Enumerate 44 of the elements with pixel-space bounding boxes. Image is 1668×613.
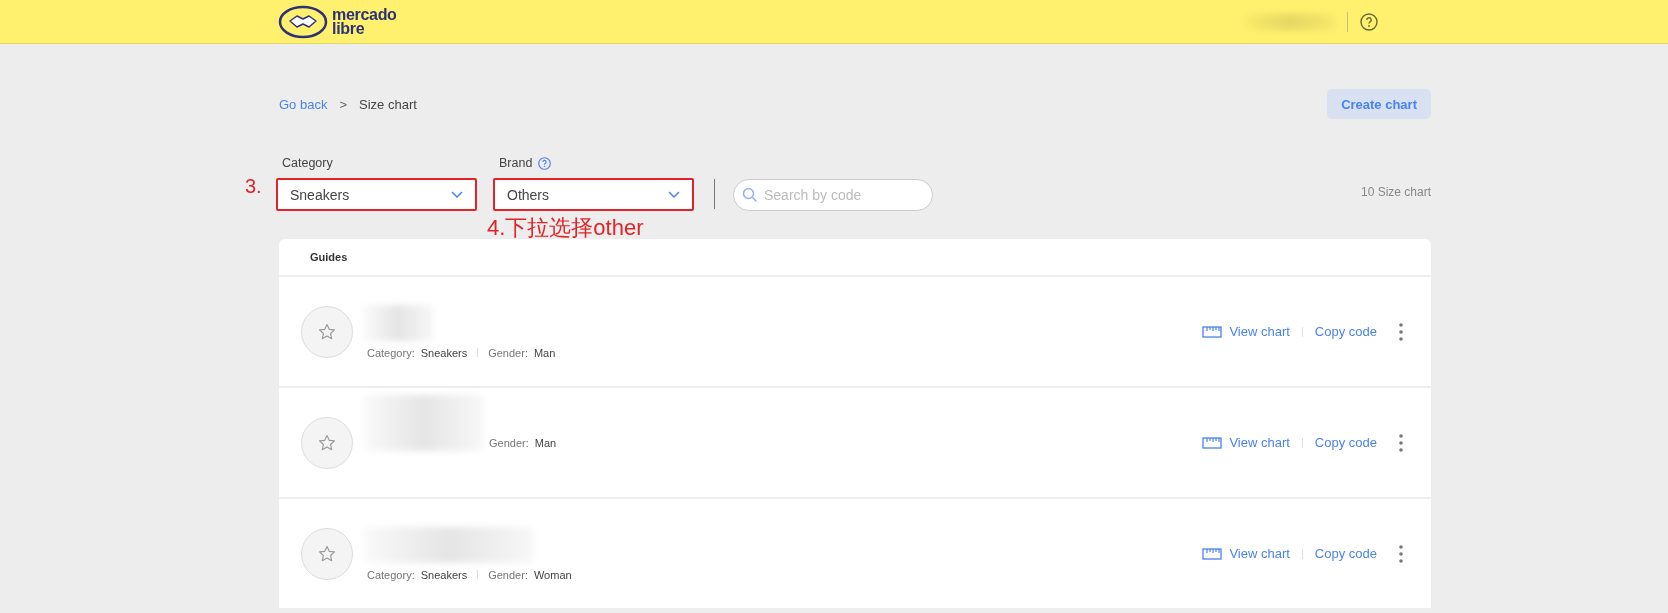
breadcrumb-separator: >: [339, 96, 347, 112]
chevron-down-icon: [451, 190, 463, 199]
filter-dropdown[interactable]: Others: [493, 178, 694, 211]
more-options-icon[interactable]: [1399, 322, 1403, 341]
ruler-icon: [1202, 436, 1223, 449]
more-options-icon[interactable]: [1399, 544, 1403, 563]
view-chart-link[interactable]: View chart: [1229, 324, 1290, 339]
chevron-down-icon: [668, 190, 680, 199]
breadcrumb-current: Size chart: [359, 96, 417, 112]
more-options-icon[interactable]: [1399, 433, 1403, 452]
copy-code-link[interactable]: Copy code: [1314, 324, 1377, 339]
filter-label: Brand: [499, 156, 533, 170]
help-icon[interactable]: [1360, 12, 1378, 31]
ruler-icon: [1202, 547, 1223, 560]
create-chart-button[interactable]: Create chart: [1327, 89, 1431, 119]
copy-code-link[interactable]: Copy code: [1314, 546, 1377, 561]
meta-label: Category:: [367, 346, 415, 359]
meta-value: Sneakers: [420, 568, 468, 581]
meta-label: Gender:: [488, 568, 528, 581]
meta-label: Gender:: [489, 436, 529, 449]
annotation-text: 4.下拉选择other: [487, 214, 644, 242]
search-icon: [742, 187, 758, 203]
copy-code-link[interactable]: Copy code: [1314, 435, 1377, 450]
logo-wordmark: mercado libre: [332, 7, 397, 36]
meta-value: Woman: [533, 568, 572, 581]
ruler-icon: [1202, 325, 1223, 338]
star-icon[interactable]: [317, 543, 337, 564]
meta-label: Gender:: [488, 346, 528, 359]
meta-label: Category:: [367, 568, 415, 581]
filter-label: Category: [282, 156, 333, 170]
meta-value: Man: [534, 436, 557, 449]
annotation-text: 3.: [245, 175, 262, 198]
go-back-link[interactable]: Go back: [279, 96, 328, 112]
meta-value: Man: [533, 346, 556, 359]
help-icon[interactable]: [538, 156, 552, 170]
list-heading: Guides: [310, 251, 348, 263]
filter-dropdown[interactable]: Sneakers: [276, 178, 477, 211]
star-icon[interactable]: [317, 432, 337, 453]
view-chart-link[interactable]: View chart: [1229, 546, 1290, 561]
star-icon[interactable]: [317, 321, 337, 342]
meta-value: Sneakers: [420, 346, 468, 359]
view-chart-link[interactable]: View chart: [1229, 435, 1290, 450]
search-field[interactable]: Search by code: [733, 179, 933, 211]
result-count: 10 Size chart: [1360, 185, 1431, 199]
